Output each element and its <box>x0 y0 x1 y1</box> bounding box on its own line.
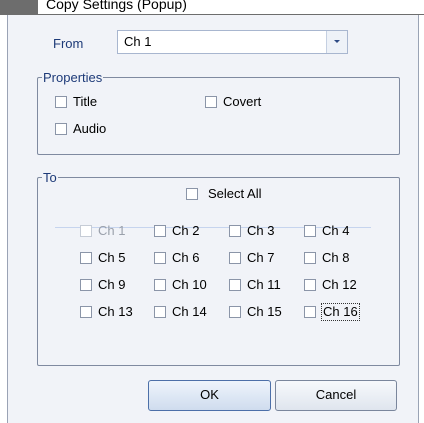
covert-checkbox-label: Covert <box>223 94 262 109</box>
channel-label: Ch 3 <box>247 223 275 238</box>
channel-label: Ch 13 <box>98 304 133 319</box>
channel-label: Ch 8 <box>322 250 350 265</box>
window-caption: Copy Settings (Popup) <box>46 0 187 12</box>
checkbox-box[interactable] <box>304 279 316 291</box>
checkbox-box[interactable] <box>229 279 241 291</box>
checkbox-box[interactable] <box>304 306 316 318</box>
channel-label: Ch 14 <box>172 304 207 319</box>
checkbox-box[interactable] <box>186 188 198 200</box>
properties-legend: Properties <box>43 70 103 85</box>
to-legend: To <box>43 170 57 185</box>
window-titlebar: Copy Settings (Popup) <box>0 0 424 15</box>
cancel-button[interactable]: Cancel <box>275 380 397 411</box>
channel-label: Ch 12 <box>322 277 357 292</box>
channel-label: Ch 9 <box>98 277 126 292</box>
checkbox-box <box>80 225 92 237</box>
from-label: From <box>53 36 84 51</box>
checkbox-box[interactable] <box>229 252 241 264</box>
channel-label: Ch 7 <box>247 250 275 265</box>
channel-label: Ch 15 <box>247 304 282 319</box>
checkbox-box[interactable] <box>154 279 166 291</box>
audio-checkbox-label: Audio <box>73 121 107 136</box>
checkbox-box[interactable] <box>80 306 92 318</box>
channel-label: Ch 5 <box>98 250 126 265</box>
channel-label: Ch 10 <box>172 277 207 292</box>
checkbox-box[interactable] <box>154 306 166 318</box>
ok-button[interactable]: OK <box>148 380 271 411</box>
checkbox-box[interactable] <box>304 252 316 264</box>
checkbox-box[interactable] <box>205 96 217 108</box>
select-all-label: Select All <box>208 186 262 201</box>
channel-label: Ch 11 <box>247 277 281 292</box>
copy-dialog: From Ch 1 Properties Title Covert Audio … <box>0 15 424 423</box>
channel-label: Ch 16 <box>321 303 360 321</box>
checkbox-box[interactable] <box>55 96 67 108</box>
checkbox-box[interactable] <box>229 225 241 237</box>
checkbox-box[interactable] <box>55 123 67 135</box>
checkbox-box[interactable] <box>154 225 166 237</box>
checkbox-box[interactable] <box>80 252 92 264</box>
from-channel-dropdown[interactable]: Ch 1 <box>117 30 348 54</box>
checkbox-box[interactable] <box>229 306 241 318</box>
chevron-down-icon <box>334 40 340 43</box>
from-channel-value: Ch 1 <box>124 34 152 49</box>
channel-label: Ch 1 <box>98 223 126 238</box>
titlebar-grip <box>0 0 38 14</box>
dropdown-arrow-button[interactable] <box>326 31 347 53</box>
checkbox-box[interactable] <box>154 252 166 264</box>
channel-label: Ch 4 <box>322 223 350 238</box>
checkbox-box[interactable] <box>304 225 316 237</box>
properties-group: Properties <box>37 71 400 155</box>
title-checkbox-label: Title <box>73 94 98 109</box>
channel-label: Ch 2 <box>172 223 200 238</box>
channel-label: Ch 6 <box>172 250 200 265</box>
checkbox-box[interactable] <box>80 279 92 291</box>
